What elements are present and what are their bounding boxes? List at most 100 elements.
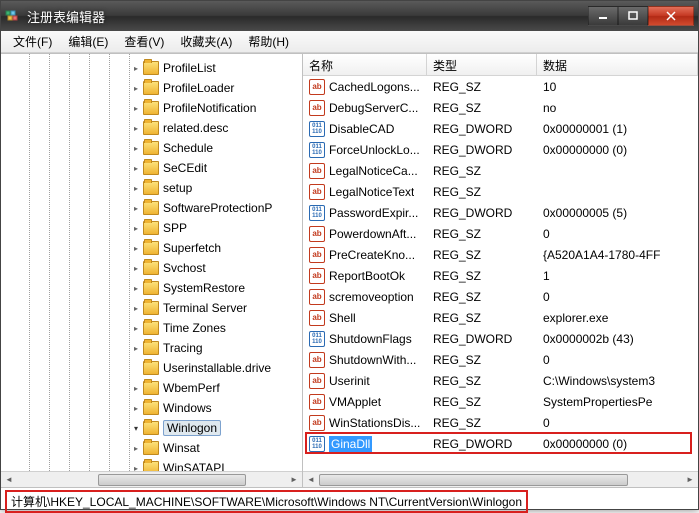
- collapse-icon[interactable]: ▾: [131, 423, 141, 433]
- tree-hscrollbar[interactable]: ◄ ►: [1, 471, 302, 487]
- expand-icon[interactable]: ▸: [131, 223, 141, 233]
- expand-icon[interactable]: ▸: [131, 263, 141, 273]
- maximize-button[interactable]: [618, 6, 648, 26]
- reg-sz-icon: ab: [309, 415, 325, 431]
- expand-icon[interactable]: ▸: [131, 123, 141, 133]
- minimize-button[interactable]: [588, 6, 618, 26]
- list-row[interactable]: 011110PasswordExpir...REG_DWORD0x0000000…: [303, 202, 698, 223]
- scroll-left-icon[interactable]: ◄: [303, 473, 319, 487]
- tree-item[interactable]: ▸Winsat: [1, 438, 302, 458]
- expand-icon[interactable]: ▸: [131, 303, 141, 313]
- close-button[interactable]: [648, 6, 694, 26]
- list-row[interactable]: abWinStationsDis...REG_SZ0: [303, 412, 698, 433]
- cell-data: C:\Windows\system3: [537, 374, 698, 388]
- list-row[interactable]: 011110ShutdownFlagsREG_DWORD0x0000002b (…: [303, 328, 698, 349]
- tree-item[interactable]: ▸Time Zones: [1, 318, 302, 338]
- value-name: Shell: [329, 311, 356, 325]
- list-header: 名称 类型 数据: [303, 54, 698, 76]
- expand-icon[interactable]: ▸: [131, 183, 141, 193]
- cell-data: 0x00000001 (1): [537, 122, 698, 136]
- tree-item[interactable]: ▸Terminal Server: [1, 298, 302, 318]
- expand-icon[interactable]: ▸: [131, 103, 141, 113]
- menu-view[interactable]: 查看(V): [116, 31, 172, 52]
- reg-sz-icon: ab: [309, 373, 325, 389]
- tree-item[interactable]: ▾Winlogon: [1, 418, 302, 438]
- reg-sz-icon: ab: [309, 184, 325, 200]
- expand-icon[interactable]: ▸: [131, 83, 141, 93]
- reg-sz-icon: ab: [309, 226, 325, 242]
- list-row[interactable]: 011110ForceUnlockLo...REG_DWORD0x0000000…: [303, 139, 698, 160]
- tree-item[interactable]: ▸ProfileList: [1, 58, 302, 78]
- list-row[interactable]: abUserinitREG_SZC:\Windows\system3: [303, 370, 698, 391]
- expand-icon[interactable]: ▸: [131, 403, 141, 413]
- expand-icon[interactable]: ▸: [131, 323, 141, 333]
- list-row[interactable]: abShutdownWith...REG_SZ0: [303, 349, 698, 370]
- expand-icon[interactable]: ▸: [131, 203, 141, 213]
- list-row[interactable]: abLegalNoticeTextREG_SZ: [303, 181, 698, 202]
- window-controls: [588, 6, 694, 26]
- tree-item[interactable]: ▸ProfileNotification: [1, 98, 302, 118]
- tree-item[interactable]: ▸WinSATAPI: [1, 458, 302, 471]
- tree-item-label: WbemPerf: [163, 381, 220, 395]
- tree-scroll[interactable]: ▸ProfileList▸ProfileLoader▸ProfileNotifi…: [1, 54, 302, 471]
- tree-item[interactable]: ▸Superfetch: [1, 238, 302, 258]
- expand-icon[interactable]: ▸: [131, 383, 141, 393]
- value-name: DisableCAD: [329, 122, 394, 136]
- tree-item[interactable]: ▸related.desc: [1, 118, 302, 138]
- column-data[interactable]: 数据: [537, 54, 698, 75]
- list-row[interactable]: abPreCreateKno...REG_SZ{A520A1A4-1780-4F…: [303, 244, 698, 265]
- cell-type: REG_SZ: [427, 290, 537, 304]
- expand-icon[interactable]: ▸: [131, 443, 141, 453]
- menu-favorites[interactable]: 收藏夹(A): [172, 31, 240, 52]
- tree-item[interactable]: ▸Schedule: [1, 138, 302, 158]
- cell-name: abPowerdownAft...: [303, 226, 427, 242]
- list-row[interactable]: abPowerdownAft...REG_SZ0: [303, 223, 698, 244]
- list-row[interactable]: abCachedLogons...REG_SZ10: [303, 76, 698, 97]
- tree-item[interactable]: ▸ WbemPerf: [1, 378, 302, 398]
- expand-icon[interactable]: ▸: [131, 283, 141, 293]
- tree-item[interactable]: ▸setup: [1, 178, 302, 198]
- scroll-right-icon[interactable]: ►: [682, 473, 698, 487]
- expand-icon[interactable]: ▸: [131, 143, 141, 153]
- menubar: 文件(F) 编辑(E) 查看(V) 收藏夹(A) 帮助(H): [1, 31, 698, 53]
- list-hscrollbar[interactable]: ◄ ►: [303, 471, 698, 487]
- list-row[interactable]: abReportBootOkREG_SZ1: [303, 265, 698, 286]
- cell-type: REG_SZ: [427, 395, 537, 409]
- column-type[interactable]: 类型: [427, 54, 537, 75]
- tree-item[interactable]: ▸Tracing: [1, 338, 302, 358]
- expand-icon[interactable]: [131, 363, 141, 373]
- list-row[interactable]: abLegalNoticeCa...REG_SZ: [303, 160, 698, 181]
- expand-icon[interactable]: ▸: [131, 163, 141, 173]
- cell-name: 011110GinaDll: [303, 436, 427, 452]
- list-row[interactable]: abDebugServerC...REG_SZno: [303, 97, 698, 118]
- tree-item[interactable]: ▸SPP: [1, 218, 302, 238]
- tree-item-label: Userinstallable.drive: [163, 361, 271, 375]
- column-name[interactable]: 名称: [303, 54, 427, 75]
- list-row[interactable]: 011110DisableCADREG_DWORD0x00000001 (1): [303, 118, 698, 139]
- tree-item[interactable]: ▸ProfileLoader: [1, 78, 302, 98]
- list-row[interactable]: abVMAppletREG_SZSystemPropertiesPe: [303, 391, 698, 412]
- titlebar[interactable]: 注册表编辑器: [1, 1, 698, 31]
- list-row[interactable]: 011110GinaDllREG_DWORD0x00000000 (0): [303, 433, 698, 454]
- tree-item[interactable]: ▸Svchost: [1, 258, 302, 278]
- folder-icon: [143, 261, 159, 275]
- menu-help[interactable]: 帮助(H): [240, 31, 297, 52]
- cell-data: 0: [537, 227, 698, 241]
- tree-item[interactable]: Userinstallable.drive: [1, 358, 302, 378]
- tree-item[interactable]: ▸SoftwareProtectionP: [1, 198, 302, 218]
- tree-item[interactable]: ▸SystemRestore: [1, 278, 302, 298]
- list-row[interactable]: abShellREG_SZexplorer.exe: [303, 307, 698, 328]
- scroll-right-icon[interactable]: ►: [286, 473, 302, 487]
- list-body[interactable]: abCachedLogons...REG_SZ10abDebugServerC.…: [303, 76, 698, 471]
- expand-icon[interactable]: ▸: [131, 343, 141, 353]
- menu-edit[interactable]: 编辑(E): [60, 31, 116, 52]
- expand-icon[interactable]: ▸: [131, 463, 141, 471]
- tree-item[interactable]: ▸SeCEdit: [1, 158, 302, 178]
- cell-data: 0: [537, 416, 698, 430]
- expand-icon[interactable]: ▸: [131, 63, 141, 73]
- list-row[interactable]: abscremoveoptionREG_SZ0: [303, 286, 698, 307]
- expand-icon[interactable]: ▸: [131, 243, 141, 253]
- tree-item[interactable]: ▸Windows: [1, 398, 302, 418]
- menu-file[interactable]: 文件(F): [5, 31, 60, 52]
- scroll-left-icon[interactable]: ◄: [1, 473, 17, 487]
